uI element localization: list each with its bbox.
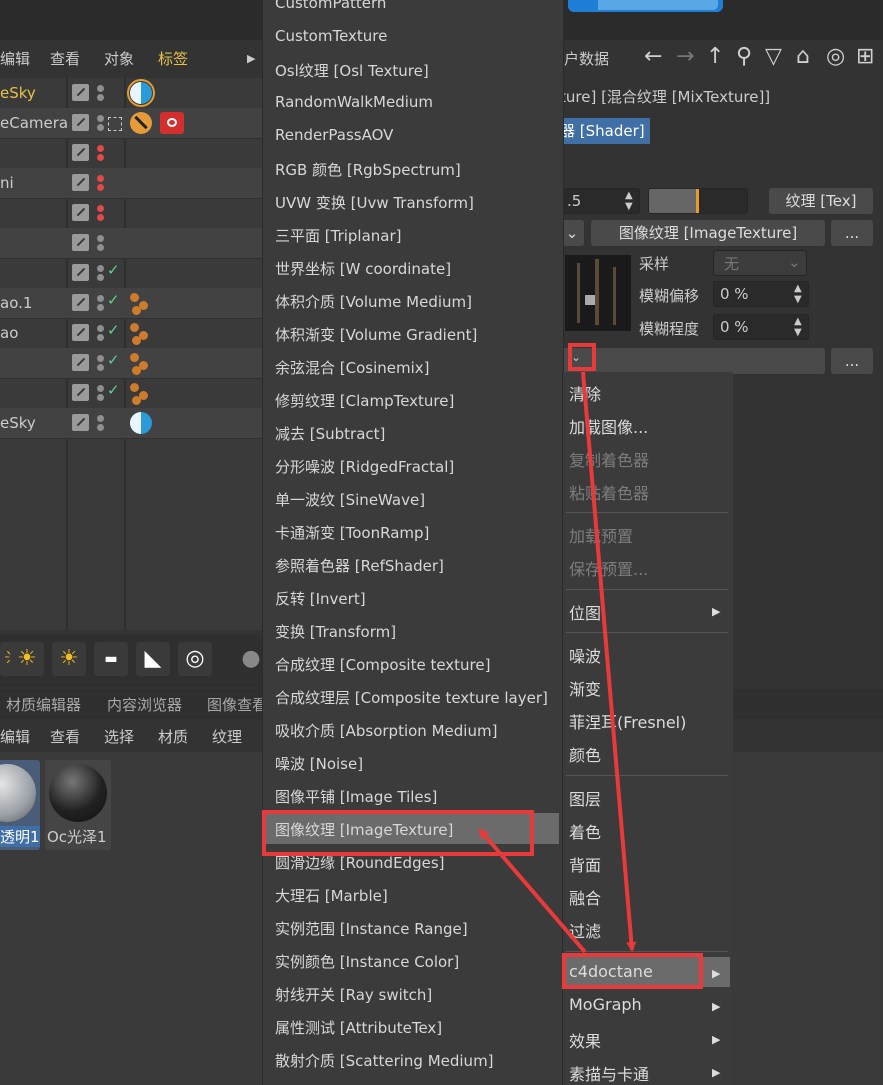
arrow-to-image-texture <box>478 828 587 954</box>
arrow-to-c4doctane <box>581 371 637 952</box>
annotation-arrows <box>478 371 637 954</box>
